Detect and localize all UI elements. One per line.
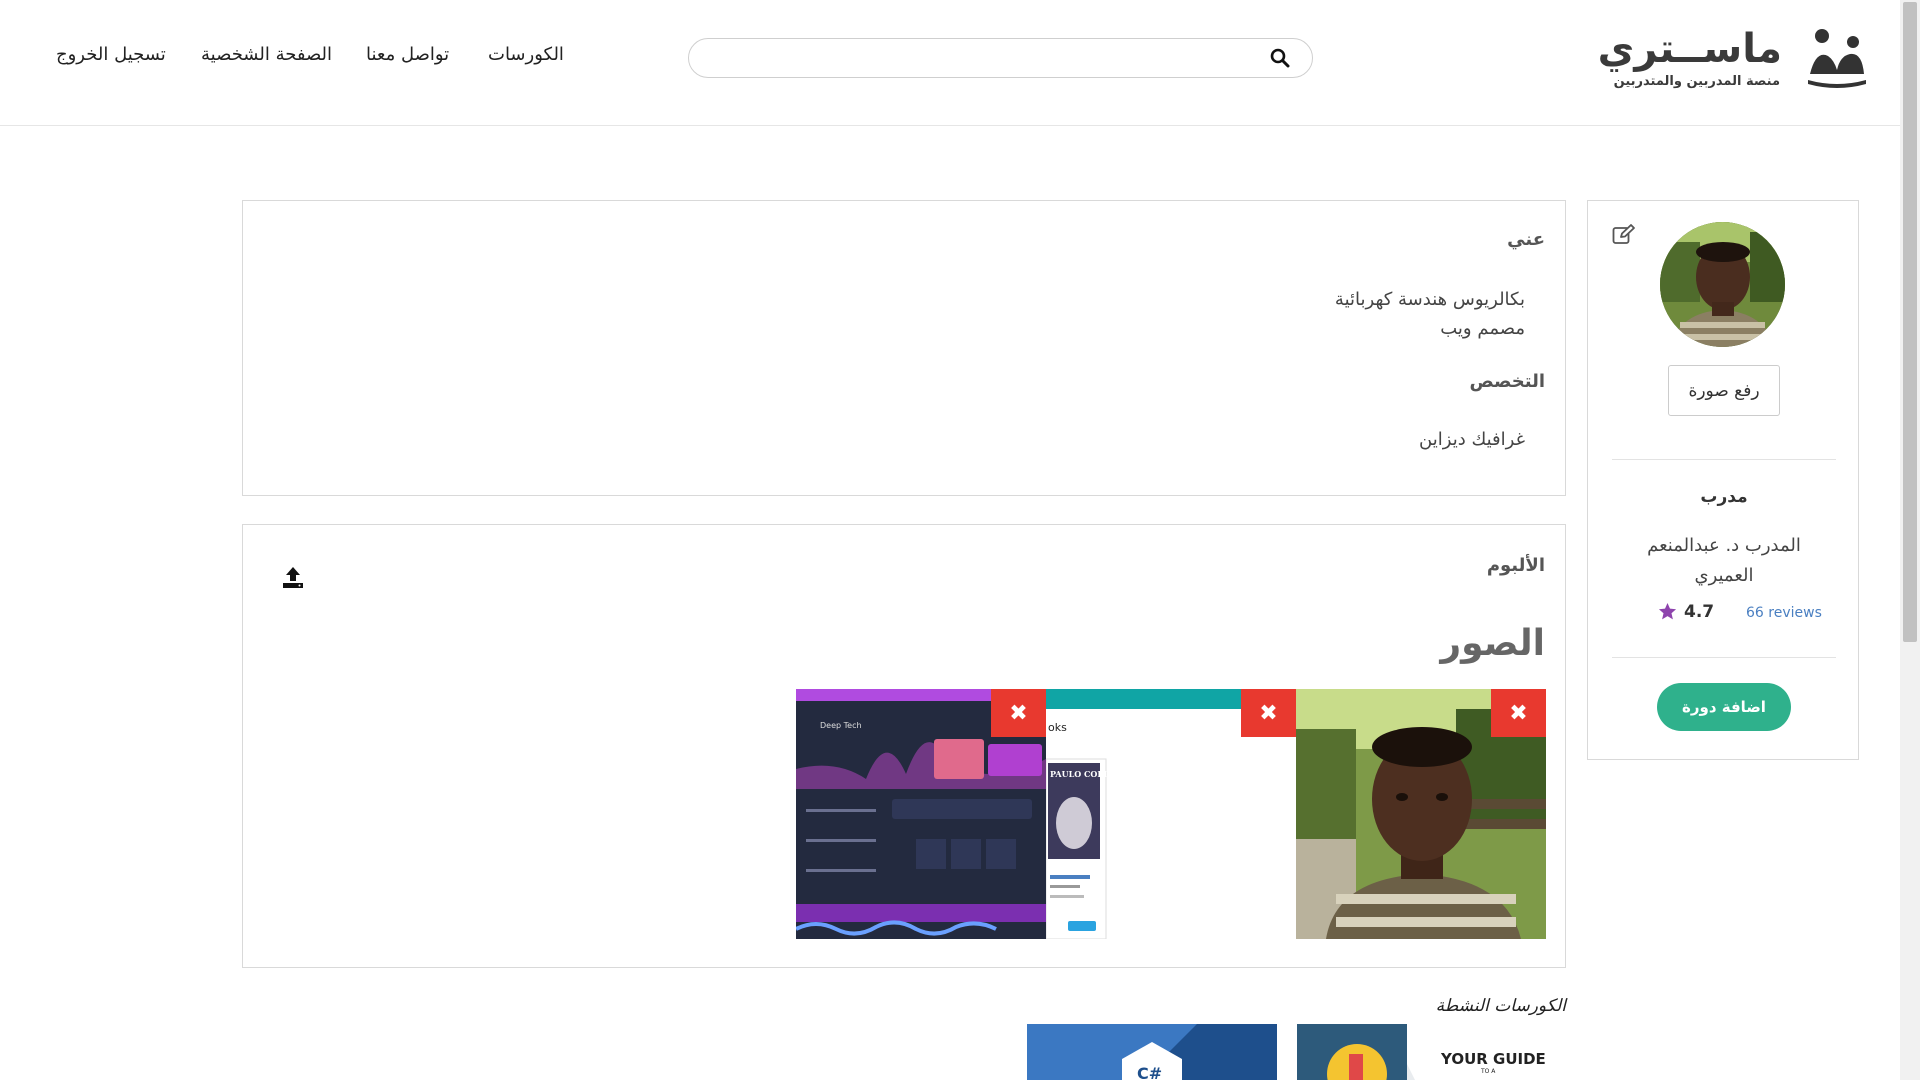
course-thumb-text: C# [1137,1064,1163,1080]
logo-mark-icon [1808,29,1866,88]
nav-logout[interactable]: تسجيل الخروج [56,44,166,65]
photo-caption: oks [1048,721,1067,734]
search-icon[interactable] [1270,48,1290,68]
delete-photo-button[interactable]: ✖ [1491,689,1546,737]
top-header: ماســتري منصة المدربين والمتدربين الكورس… [0,0,1900,126]
delete-photo-button[interactable]: ✖ [1241,689,1296,737]
specialty-title: التخصص [1469,371,1545,392]
divider [1612,657,1836,658]
about-title: عني [1507,229,1545,250]
photos-title: الصور [1440,623,1545,664]
about-text: بكالريوس هندسة كهربائية مصمم ويب [1335,285,1525,343]
star-icon [1658,602,1677,620]
upload-icon[interactable] [281,565,305,589]
about-card: عني بكالريوس هندسة كهربائية مصمم ويب الت… [242,200,1566,496]
page: ماســتري منصة المدربين والمتدربين الكورس… [0,0,1920,1080]
add-course-button[interactable]: اضافة دورة [1657,683,1791,731]
edit-icon[interactable] [1612,223,1636,245]
album-photo[interactable]: oks PAULO COELHO ✖ [1046,689,1296,939]
album-photo[interactable]: ✖ [1296,689,1546,939]
album-photo[interactable]: Deep Tech ✖ [796,689,1046,939]
trainer-name: المدرب د. عبدالمنعم العميري [1647,535,1801,586]
about-line: بكالريوس هندسة كهربائية [1334,289,1525,310]
divider [1612,459,1836,460]
course-thumb-subtext: TO A [1481,1068,1496,1075]
album-title: الألبوم [1486,555,1545,576]
about-line: مصمم ويب [1440,318,1525,339]
nav-courses[interactable]: الكورسات [488,44,564,65]
profile-card: رفع صورة مدرب المدرب د. عبدالمنعم العمير… [1587,200,1859,760]
user-role: مدرب [1700,487,1748,507]
rating: 4.7 66 reviews [1658,601,1828,625]
course-card[interactable]: YOUR GUIDE TO A [1297,1024,1547,1080]
brand-tagline: منصة المدربين والمتدربين [1613,74,1780,89]
brand-logo[interactable]: ماســتري منصة المدربين والمتدربين [1598,26,1868,96]
course-thumb-text: YOUR GUIDE [1441,1050,1546,1068]
avatar [1660,222,1785,347]
nav-profile[interactable]: الصفحة الشخصية [201,44,332,65]
scrollbar[interactable] [1900,0,1920,1080]
brand-name: ماســتري [1597,26,1782,72]
upload-photo-button[interactable]: رفع صورة [1668,365,1780,416]
photo-app-name: Deep Tech [820,721,862,730]
nav-contact[interactable]: تواصل معنا [366,44,449,65]
search-bar [688,38,1313,78]
scrollbar-thumb[interactable] [1903,2,1917,642]
specialty-value: غرافيك ديزاين [1419,429,1525,450]
search-input[interactable] [709,45,1229,71]
reviews-link[interactable]: 66 reviews [1746,605,1822,621]
course-card[interactable]: C# [1027,1024,1277,1080]
active-courses-title: الكورسات النشطة [1435,996,1566,1016]
photo-book-title: PAULO COELHO [1050,769,1124,779]
rating-value: 4.7 [1684,602,1715,622]
album-card: الألبوم الصور ✖ oks PAULO COELHO ✖ Deep … [242,524,1566,968]
delete-photo-button[interactable]: ✖ [991,689,1046,737]
